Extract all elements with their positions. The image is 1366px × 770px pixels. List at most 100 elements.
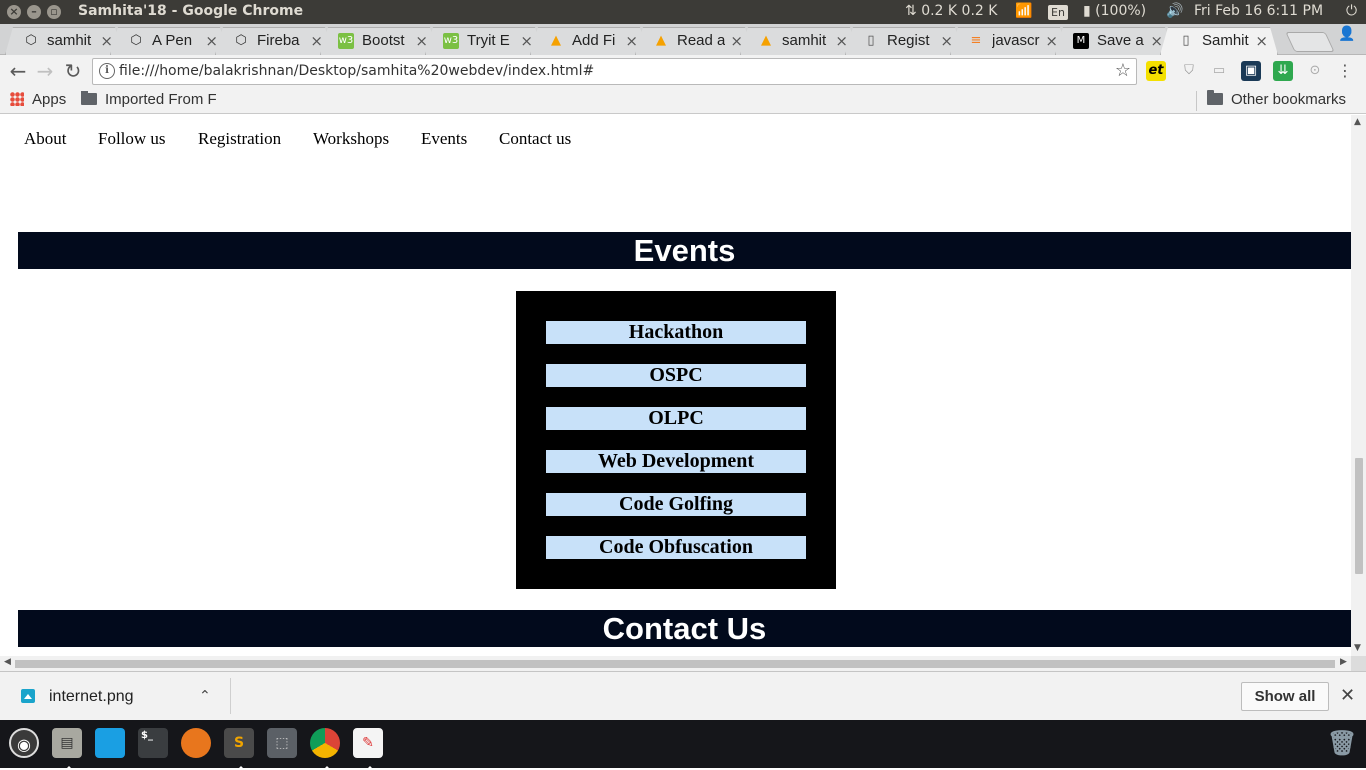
tab[interactable]: ▲ samhit × [740,27,858,55]
event-code-obfuscation[interactable]: Code Obfuscation [546,536,806,559]
vertical-scroll-thumb[interactable] [1355,458,1363,574]
firebase-icon: ▲ [761,33,771,48]
tab[interactable]: ⬡ Fireba × [215,27,333,55]
tab-close-icon[interactable]: × [1255,32,1268,50]
scroll-left-arrow-icon[interactable]: ◀ [4,657,11,667]
w3-icon: w3 [443,33,459,49]
tab[interactable]: ▯ Regist × [845,27,963,55]
nav-registration[interactable]: Registration [198,129,281,149]
download-divider [230,678,231,714]
event-olpc[interactable]: OLPC [546,407,806,430]
address-bar[interactable]: i file:///home/balakrishnan/Desktop/samh… [92,58,1137,85]
extension-download-icon[interactable]: ⇊ [1273,61,1293,81]
tab-label: Save a [1097,32,1144,49]
window-close-icon[interactable]: × [7,5,21,19]
tab[interactable]: ⬡ A Pen × [110,27,228,55]
window-minimize-icon[interactable]: – [27,5,41,19]
reload-button[interactable]: ↻ [62,60,84,82]
network-speed-text: 0.2 K 0.2 K [921,3,998,19]
extension-cast-icon[interactable]: ▭ [1209,61,1229,81]
medium-icon: M [1073,33,1089,49]
folder-icon [1207,90,1223,105]
page-info-icon[interactable]: i [99,63,115,79]
power-icon[interactable]: ⏻ [1346,3,1357,19]
scrollbar-corner [1351,656,1366,671]
bookmark-separator [1196,91,1197,111]
bookmark-star-icon[interactable]: ☆ [1115,60,1131,81]
event-ospc[interactable]: OSPC [546,364,806,387]
firebase-icon: ▲ [551,33,561,48]
files-app-icon[interactable]: ▤ [52,728,82,770]
extension-image-icon[interactable]: ▣ [1241,61,1261,81]
clock[interactable]: Fri Feb 16 6:11 PM [1194,3,1323,19]
tab[interactable]: w3 Bootst × [320,27,438,55]
nav-follow-us[interactable]: Follow us [98,129,166,149]
horizontal-scroll-thumb[interactable] [15,660,1335,668]
battery-icon: ▮ [1083,3,1091,19]
tab-label: Tryit E [467,32,510,49]
menu-kebab-icon[interactable]: ⋮ [1335,61,1355,81]
screenshot-app-icon[interactable]: ⬚ [267,728,297,758]
download-filename[interactable]: internet.png [49,688,134,706]
firefox-icon[interactable] [181,728,211,758]
tab[interactable]: ⬡ samhit × [5,27,123,55]
tab[interactable]: ▲ Read a × [635,27,753,55]
extension-tag-icon[interactable]: ⊙ [1305,61,1325,81]
new-tab-button[interactable] [1285,32,1335,52]
window-app-icon[interactable] [95,728,125,758]
event-code-golfing[interactable]: Code Golfing [546,493,806,516]
url-text[interactable]: file:///home/balakrishnan/Desktop/samhit… [119,63,594,79]
extension-shield-icon[interactable]: ⛉ [1179,61,1199,81]
events-list-box: Hackathon OSPC OLPC Web Development Code… [516,291,836,589]
updown-arrows-icon: ⇅ [905,3,917,19]
extension-et-icon[interactable]: et [1146,61,1166,81]
forward-button[interactable]: → [34,60,56,82]
battery-indicator[interactable]: ▮ (100%) [1083,3,1146,19]
scroll-up-arrow-icon[interactable]: ▲ [1354,117,1361,127]
dash-home-icon[interactable]: ◉ [9,728,39,758]
tab-label: Bootst [362,32,405,49]
window-maximize-icon[interactable]: ▫ [47,5,61,19]
tab[interactable]: w3 Tryit E × [425,27,543,55]
profile-icon[interactable]: 👤 [1336,26,1358,46]
nav-workshops[interactable]: Workshops [313,129,389,149]
tab-label: Read a [677,32,725,49]
back-button[interactable]: ← [7,60,29,82]
scroll-right-arrow-icon[interactable]: ▶ [1340,657,1347,667]
tab[interactable]: M Save a × [1055,27,1173,55]
wifi-icon[interactable]: 📶 [1015,3,1032,19]
events-heading: Events [18,232,1351,269]
tab[interactable]: ▯ Samhit × [1160,27,1278,55]
show-all-button[interactable]: Show all [1241,682,1329,711]
tab[interactable]: ≡ javascr × [950,27,1068,55]
terminal-icon[interactable]: $_ [138,728,168,758]
bookmark-other-folder[interactable]: Other bookmarks [1207,90,1346,108]
tab-label: Fireba [257,32,300,49]
chevron-up-icon[interactable]: ⌄ [199,686,211,703]
bookmark-imported-folder[interactable]: Imported From F [81,91,216,108]
sublime-text-icon[interactable]: S [224,728,254,770]
download-shelf: internet.png ⌄ Show all ✕ [0,671,1366,720]
tab[interactable]: ▲ Add Fi × [530,27,648,55]
text-editor-icon[interactable]: ✎ [353,728,383,770]
chrome-icon[interactable] [310,728,340,770]
event-hackathon[interactable]: Hackathon [546,321,806,344]
nav-events[interactable]: Events [421,129,467,149]
close-icon[interactable]: ✕ [1340,685,1355,706]
battery-text: (100%) [1095,3,1147,19]
trash-icon[interactable]: 🗑 [1327,728,1357,758]
firebase-icon: ▲ [656,33,666,48]
vertical-scrollbar[interactable]: ▲ ▼ [1351,115,1366,656]
nav-about[interactable]: About [24,129,67,149]
codepen-icon: ⬡ [130,33,142,48]
horizontal-scrollbar[interactable]: ◀ ▶ [0,656,1351,671]
stackoverflow-icon: ≡ [970,33,982,48]
apps-grid-icon [10,92,24,106]
keyboard-layout-indicator[interactable]: En [1048,5,1068,20]
network-speed-indicator[interactable]: ⇅ 0.2 K 0.2 K [905,3,997,19]
scroll-down-arrow-icon[interactable]: ▼ [1354,643,1361,653]
event-web-development[interactable]: Web Development [546,450,806,473]
nav-contact-us[interactable]: Contact us [499,129,571,149]
bookmark-apps[interactable]: Apps [10,91,66,108]
volume-icon[interactable]: 🔊 [1166,3,1183,19]
